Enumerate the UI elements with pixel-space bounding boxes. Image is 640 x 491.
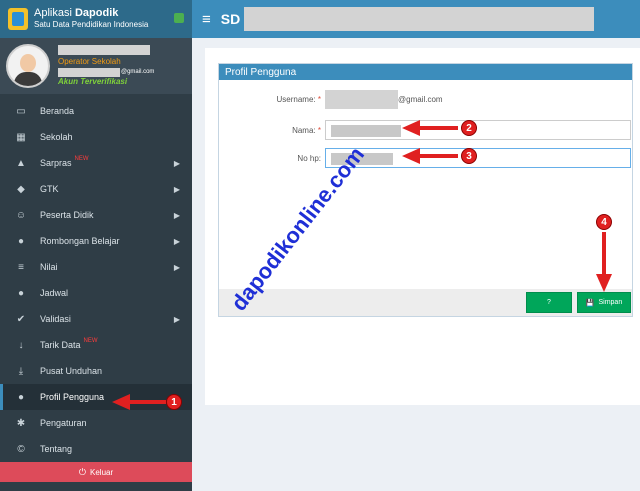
arrow-1 [112,394,166,410]
annotation-arrows [112,120,612,410]
arrow-4 [596,232,612,292]
arrow-3 [402,148,458,164]
arrow-2 [402,120,458,136]
badge-1: 1 [166,394,182,410]
badge-2: 2 [461,120,477,136]
badge-4: 4 [596,214,612,230]
badge-3: 3 [461,148,477,164]
